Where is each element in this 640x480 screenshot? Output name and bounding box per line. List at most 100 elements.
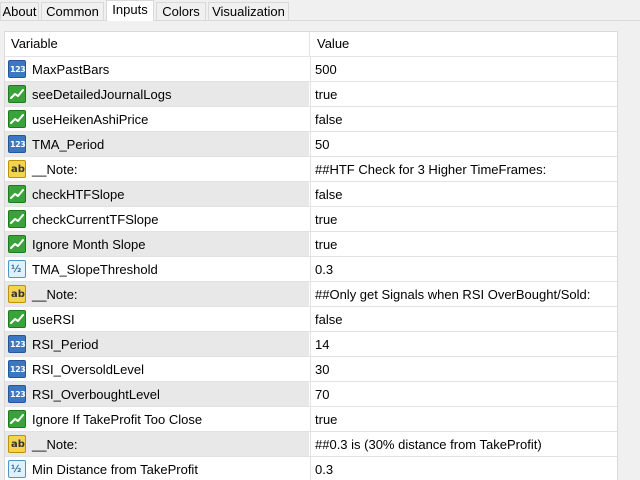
variable-name: Ignore If TakeProfit Too Close xyxy=(32,412,203,427)
value-cell[interactable]: 14 xyxy=(310,332,617,356)
table-row[interactable]: ab __Note: ##0.3 is (30% distance from Tak… xyxy=(5,432,617,457)
tab-visualization[interactable]: Visualization xyxy=(208,2,289,20)
variable-value[interactable]: 14 xyxy=(315,337,329,352)
variable-cell: ½ Min Distance from TakeProfit xyxy=(5,457,309,480)
variable-name: __Note: xyxy=(32,162,78,177)
table-row[interactable]: Ignore Month Slope true xyxy=(5,232,617,257)
value-cell[interactable]: true xyxy=(310,82,617,106)
variable-cell: useHeikenAshiPrice xyxy=(5,107,309,131)
string-icon: ab xyxy=(8,285,26,303)
value-cell[interactable]: 50 xyxy=(310,132,617,156)
table-row[interactable]: ½ Min Distance from TakeProfit 0.3 xyxy=(5,457,617,480)
tab-about[interactable]: About xyxy=(0,2,39,20)
variable-name: checkCurrentTFSlope xyxy=(32,212,159,227)
variable-cell: 123 RSI_OverboughtLevel xyxy=(5,382,309,406)
variable-value[interactable]: false xyxy=(315,187,342,202)
variable-cell: Ignore If TakeProfit Too Close xyxy=(5,407,309,431)
variable-name: MaxPastBars xyxy=(32,62,110,77)
variable-cell: seeDetailedJournalLogs xyxy=(5,82,309,106)
variable-name: TMA_Period xyxy=(32,137,105,152)
string-icon-glyph: ab xyxy=(11,164,25,175)
table-row[interactable]: 123 RSI_OversoldLevel 30 xyxy=(5,357,617,382)
variable-name: RSI_OverboughtLevel xyxy=(32,387,160,402)
table-row[interactable]: ab __Note: ##Only get Signals when RSI Ove… xyxy=(5,282,617,307)
variable-cell: 123 RSI_OversoldLevel xyxy=(5,357,309,381)
tab-inputs[interactable]: Inputs xyxy=(106,0,154,21)
value-cell[interactable]: true xyxy=(310,207,617,231)
bool-icon xyxy=(8,185,26,203)
bool-icon xyxy=(8,235,26,253)
value-cell[interactable]: ##HTF Check for 3 Higher TimeFrames: xyxy=(310,157,617,181)
value-cell[interactable]: ##Only get Signals when RSI OverBought/S… xyxy=(310,282,617,306)
table-row[interactable]: ½ TMA_SlopeThreshold 0.3 xyxy=(5,257,617,282)
table-row[interactable]: 123 MaxPastBars 500 xyxy=(5,57,617,82)
variable-value[interactable]: ##Only get Signals when RSI OverBought/S… xyxy=(315,287,590,302)
bool-icon xyxy=(8,310,26,328)
variable-value[interactable]: 0.3 xyxy=(315,262,333,277)
variable-name: __Note: xyxy=(32,287,78,302)
variable-name: Ignore Month Slope xyxy=(32,237,146,252)
variable-value[interactable]: true xyxy=(315,212,337,227)
variable-value[interactable]: ##HTF Check for 3 Higher TimeFrames: xyxy=(315,162,546,177)
int-icon: 123 xyxy=(8,360,26,378)
variable-value[interactable]: false xyxy=(315,312,342,327)
variable-value[interactable]: ##0.3 is (30% distance from TakeProfit) xyxy=(315,437,542,452)
bool-icon xyxy=(8,85,26,103)
string-icon: ab xyxy=(8,435,26,453)
table-row[interactable]: useRSI false xyxy=(5,307,617,332)
tab-bar: About Common Inputs Colors Visualization xyxy=(0,0,640,22)
tab-common[interactable]: Common xyxy=(41,2,104,20)
table-row[interactable]: ab __Note: ##HTF Check for 3 Higher TimeFr… xyxy=(5,157,617,182)
int-icon-glyph: 123 xyxy=(10,140,26,149)
table-row[interactable]: 123 RSI_OverboughtLevel 70 xyxy=(5,382,617,407)
tab-colors[interactable]: Colors xyxy=(156,2,206,20)
int-icon-glyph: 123 xyxy=(10,390,26,399)
table-row[interactable]: useHeikenAshiPrice false xyxy=(5,107,617,132)
value-cell[interactable]: true xyxy=(310,407,617,431)
value-cell[interactable]: 70 xyxy=(310,382,617,406)
variable-value[interactable]: 50 xyxy=(315,137,329,152)
table-row[interactable]: Ignore If TakeProfit Too Close true xyxy=(5,407,617,432)
value-cell[interactable]: ##0.3 is (30% distance from TakeProfit) xyxy=(310,432,617,456)
double-icon: ½ xyxy=(8,260,26,278)
variable-cell: ab __Note: xyxy=(5,432,309,456)
variable-value[interactable]: true xyxy=(315,237,337,252)
value-cell[interactable]: true xyxy=(310,232,617,256)
value-cell[interactable]: false xyxy=(310,182,617,206)
variable-value[interactable]: true xyxy=(315,412,337,427)
double-icon: ½ xyxy=(8,460,26,478)
column-header-value[interactable]: Value xyxy=(317,36,349,51)
variable-value[interactable]: false xyxy=(315,112,342,127)
table-row[interactable]: 123 TMA_Period 50 xyxy=(5,132,617,157)
variable-value[interactable]: 30 xyxy=(315,362,329,377)
variable-value[interactable]: 0.3 xyxy=(315,462,333,477)
int-icon: 123 xyxy=(8,385,26,403)
value-cell[interactable]: 30 xyxy=(310,357,617,381)
value-cell[interactable]: 0.3 xyxy=(310,257,617,281)
variable-cell: 123 MaxPastBars xyxy=(5,57,309,81)
column-header-variable[interactable]: Variable xyxy=(11,36,58,51)
string-icon-glyph: ab xyxy=(11,439,25,450)
variable-value[interactable]: true xyxy=(315,87,337,102)
table-row[interactable]: 123 RSI_Period 14 xyxy=(5,332,617,357)
variable-name: __Note: xyxy=(32,437,78,452)
value-cell[interactable]: false xyxy=(310,307,617,331)
int-icon-glyph: 123 xyxy=(10,365,26,374)
column-divider[interactable] xyxy=(309,32,310,56)
int-icon: 123 xyxy=(8,60,26,78)
value-cell[interactable]: false xyxy=(310,107,617,131)
variable-name: seeDetailedJournalLogs xyxy=(32,87,172,102)
value-cell[interactable]: 500 xyxy=(310,57,617,81)
variable-value[interactable]: 70 xyxy=(315,387,329,402)
table-row[interactable]: checkHTFSlope false xyxy=(5,182,617,207)
variable-value[interactable]: 500 xyxy=(315,62,337,77)
variable-name: RSI_OversoldLevel xyxy=(32,362,144,377)
scrollbar-area xyxy=(618,31,640,480)
value-cell[interactable]: 0.3 xyxy=(310,457,617,480)
table-row[interactable]: checkCurrentTFSlope true xyxy=(5,207,617,232)
variable-cell: Ignore Month Slope xyxy=(5,232,309,256)
int-icon-glyph: 123 xyxy=(10,65,26,74)
string-icon-glyph: ab xyxy=(11,289,25,300)
table-body: 123 MaxPastBars 500 seeDetailedJournalLogs t… xyxy=(5,57,617,480)
table-row[interactable]: seeDetailedJournalLogs true xyxy=(5,82,617,107)
